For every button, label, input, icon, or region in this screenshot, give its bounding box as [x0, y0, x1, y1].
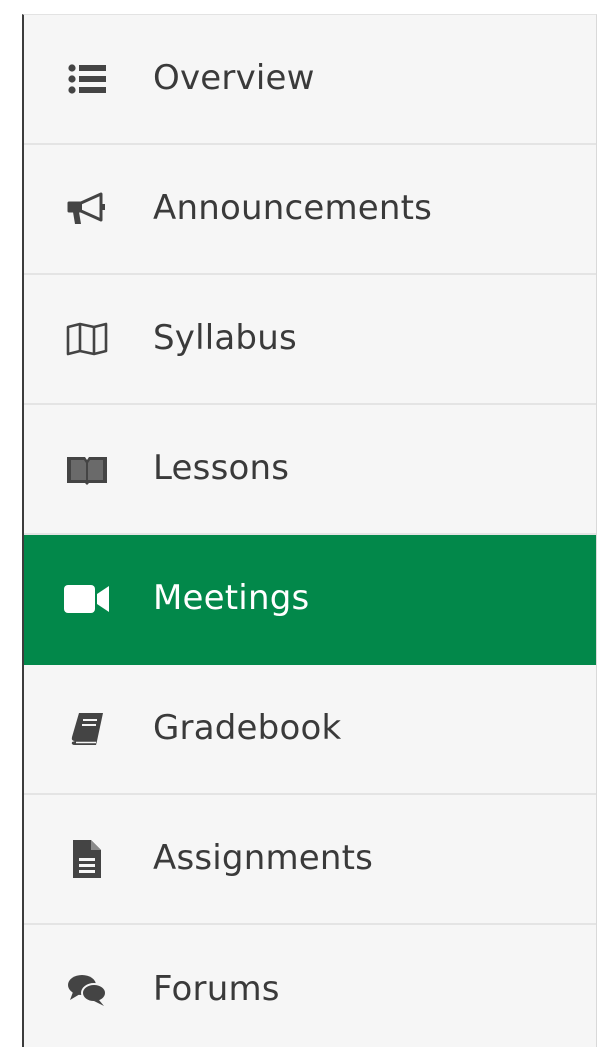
document-icon: [56, 837, 118, 881]
nav-item-label: Lessons: [153, 448, 290, 489]
nav-item-syllabus[interactable]: Syllabus: [24, 275, 596, 405]
nav-item-label: Announcements: [153, 188, 433, 229]
nav-item-announcements[interactable]: Announcements: [24, 145, 596, 275]
open-book-icon: [56, 447, 118, 491]
nav-item-overview[interactable]: Overview: [24, 15, 596, 145]
course-nav-panel: Overview Announcements Syllabus Lessons …: [22, 14, 597, 1047]
nav-item-meetings[interactable]: Meetings: [24, 535, 596, 665]
nav-item-label: Overview: [153, 58, 315, 99]
nav-item-forums[interactable]: Forums: [24, 925, 596, 1055]
nav-item-label: Assignments: [153, 838, 374, 879]
book-icon: [56, 707, 118, 751]
map-icon: [56, 317, 118, 361]
nav-item-lessons[interactable]: Lessons: [24, 405, 596, 535]
nav-item-label: Meetings: [153, 578, 310, 619]
nav-item-label: Forums: [153, 969, 280, 1010]
nav-item-label: Syllabus: [153, 318, 297, 359]
list-icon: [56, 57, 118, 101]
video-camera-icon: [56, 577, 118, 621]
comments-icon: [56, 968, 118, 1012]
nav-item-gradebook[interactable]: Gradebook: [24, 665, 596, 795]
course-navigation: Overview Announcements Syllabus Lessons …: [0, 0, 605, 1047]
nav-item-label: Gradebook: [153, 708, 342, 749]
megaphone-icon: [56, 187, 118, 231]
nav-item-assignments[interactable]: Assignments: [24, 795, 596, 925]
